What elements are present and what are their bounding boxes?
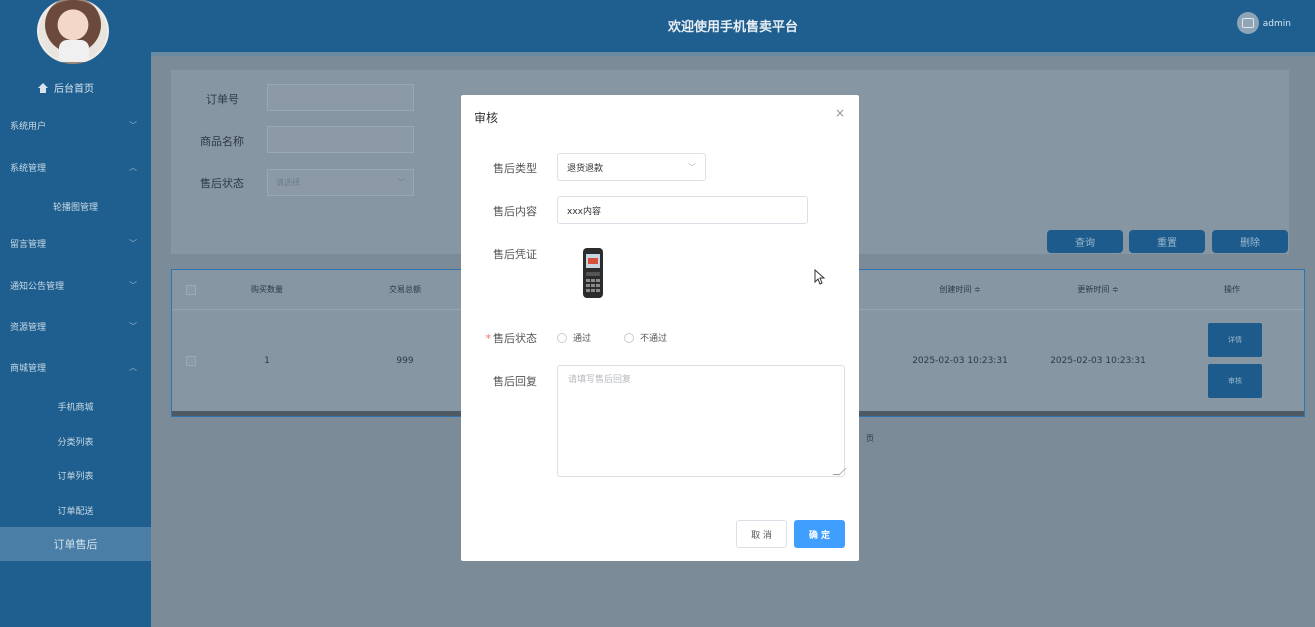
sidebar-item-label: 资源管理 [10, 322, 47, 333]
chevron-up-icon: ︿ [129, 362, 137, 372]
sidebar-item-mall[interactable]: 商城管理 ︿ [0, 356, 151, 378]
sidebar-item-system-management[interactable]: 系统管理 ︿ [0, 156, 151, 178]
review-dialog: 审核 × 售后类型 退货退款 ﹀ 售后内容 xxx内容 售后凭证 * 售后状态 通过… [461, 95, 859, 561]
sidebar-item-label: 商城管理 [10, 363, 47, 374]
chevron-down-icon: ﹀ [397, 178, 405, 187]
sidebar-item-after-sales[interactable]: 订单售后 [0, 527, 151, 561]
product-name-label: 商品名称 [200, 135, 244, 148]
resize-handle-icon[interactable] [832, 468, 847, 475]
product-name-input[interactable] [267, 126, 414, 153]
close-icon[interactable]: × [835, 106, 845, 120]
chevron-down-icon: ﹀ [129, 238, 137, 248]
radio-circle[interactable] [624, 332, 634, 343]
status-select-placeholder: 请选择 [276, 178, 300, 187]
sidebar-item-label: 留言管理 [10, 239, 47, 250]
order-no-input[interactable] [267, 84, 414, 111]
sidebar-item-messages[interactable]: 留言管理 ﹀ [0, 232, 151, 254]
proof-phone-image[interactable] [582, 248, 604, 298]
sidebar-item-label: 订单配送 [57, 506, 94, 517]
sidebar-item-order-list[interactable]: 订单列表 [0, 464, 151, 486]
chevron-down-icon: ﹀ [129, 120, 137, 130]
status-label: 售后状态 [200, 177, 244, 190]
sidebar-item-label: 订单列表 [57, 471, 94, 482]
col-total: 交易总额 [389, 285, 421, 294]
review-button[interactable]: 审核 [1208, 364, 1262, 398]
radio-reject-label: 不通过 [640, 334, 668, 344]
cell-qty: 1 [264, 356, 270, 366]
sidebar-item-label: 分类列表 [57, 437, 94, 448]
user-avatar[interactable] [1237, 12, 1259, 34]
cell-total: 999 [396, 356, 414, 366]
sidebar-item-label: 系统用户 [10, 121, 47, 132]
home-icon [38, 82, 48, 93]
mouse-cursor-icon [814, 269, 826, 285]
sidebar-item-category-list[interactable]: 分类列表 [0, 430, 151, 452]
after-sales-proof-label: 售后凭证 [493, 248, 537, 261]
after-sales-type-label: 售后类型 [493, 162, 537, 175]
avatar[interactable] [37, 0, 109, 64]
sidebar-item-label: 后台首页 [54, 84, 94, 95]
after-sales-status-label: * 售后状态 [467, 330, 538, 346]
sidebar-item-carousel[interactable]: 轮播图管理 [0, 195, 151, 217]
radio-circle[interactable] [557, 332, 567, 343]
dialog-title: 审核 [474, 111, 499, 125]
query-button[interactable]: 查询 [1047, 230, 1123, 253]
page-title: 欢迎使用手机售卖平台 [667, 20, 798, 35]
image-icon [1242, 18, 1254, 28]
after-sales-type-select[interactable]: 退货退款 ﹀ [557, 153, 706, 181]
pagination-text: 页 [866, 434, 874, 443]
sidebar-item-label: 轮播图管理 [52, 202, 98, 213]
cell-created: 2025-02-03 10:23:31 [912, 356, 1008, 366]
sidebar-item-order-delivery[interactable]: 订单配送 [0, 499, 151, 521]
reply-placeholder: 请填写售后回复 [568, 375, 632, 385]
sidebar-item-phone-mall[interactable]: 手机商城 [0, 395, 151, 417]
after-sales-status-text: 售后状态 [493, 332, 537, 345]
username[interactable]: admin [1263, 19, 1291, 29]
chevron-down-icon: ﹀ [129, 280, 137, 290]
confirm-button[interactable]: 确 定 [794, 520, 845, 548]
radio-approve-label: 通过 [573, 334, 592, 344]
sidebar-item-home[interactable]: 后台首页 [38, 80, 94, 95]
col-qty: 购买数量 [251, 285, 283, 294]
sidebar: 后台首页 系统用户 ﹀ 系统管理 ︿ 轮播图管理 留言管理 ﹀ 通知公告管理 ﹀ 资源管… [0, 0, 151, 627]
radio-approve[interactable]: 通过 [557, 331, 591, 344]
cell-updated: 2025-02-03 10:23:31 [1050, 356, 1146, 366]
select-all-checkbox[interactable] [186, 285, 196, 295]
cancel-button[interactable]: 取 消 [736, 520, 787, 548]
after-sales-reply-label: 售后回复 [493, 375, 537, 388]
order-no-label: 订单号 [206, 93, 239, 106]
sidebar-item-system-users[interactable]: 系统用户 ﹀ [0, 114, 151, 136]
sidebar-item-label: 系统管理 [10, 163, 47, 174]
col-actions: 操作 [1224, 285, 1240, 294]
after-sales-type-value: 退货退款 [567, 163, 604, 174]
sidebar-item-label: 通知公告管理 [10, 281, 65, 292]
row-checkbox[interactable] [186, 356, 196, 366]
after-sales-content-input[interactable]: xxx内容 [557, 196, 808, 224]
status-select[interactable]: 请选择 ﹀ [267, 169, 414, 196]
col-created[interactable]: 创建时间 ≑ [910, 284, 1010, 295]
col-updated[interactable]: 更新时间 ≑ [1048, 284, 1148, 295]
chevron-down-icon: ﹀ [129, 321, 137, 331]
sidebar-item-label: 手机商城 [57, 402, 94, 413]
chevron-up-icon: ︿ [129, 162, 137, 172]
reset-button[interactable]: 重置 [1129, 230, 1205, 253]
top-header: 欢迎使用手机售卖平台 admin [151, 0, 1315, 52]
after-sales-reply-textarea[interactable]: 请填写售后回复 [557, 365, 847, 477]
chevron-down-icon: ﹀ [688, 162, 696, 172]
radio-reject[interactable]: 不通过 [624, 331, 667, 344]
sidebar-item-notices[interactable]: 通知公告管理 ﹀ [0, 274, 151, 296]
detail-button[interactable]: 详情 [1208, 323, 1262, 357]
sidebar-item-label: 订单售后 [53, 538, 98, 551]
required-mark: * [485, 332, 492, 345]
after-sales-content-label: 售后内容 [493, 205, 537, 218]
delete-button[interactable]: 删除 [1212, 230, 1288, 253]
sidebar-item-resources[interactable]: 资源管理 ﹀ [0, 315, 151, 337]
